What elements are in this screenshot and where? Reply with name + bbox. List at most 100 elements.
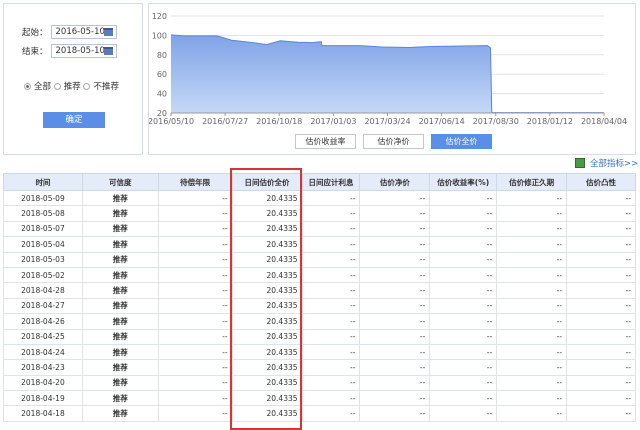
table-cell: 2018-04-26 xyxy=(3,313,83,330)
table-cell: -- xyxy=(359,405,431,422)
table-row: 2018-04-28 推荐 -- 20.4335 -- -- -- -- -- xyxy=(3,282,636,299)
table-cell: -- xyxy=(359,220,431,238)
table-cell: 2018-05-03 xyxy=(3,251,83,268)
y-tick-label: 40 xyxy=(157,90,167,99)
table-cell: -- xyxy=(566,359,636,376)
table-cell: -- xyxy=(157,374,233,392)
table-cell: 推荐 xyxy=(81,205,159,222)
radio-icon[interactable] xyxy=(83,83,91,90)
filter-panel: 起始： 2016-05-10 结束： 2018-05-10 全部 推荐 不推荐 … xyxy=(3,3,143,155)
table-row: 2018-05-07 推荐 -- 20.4335 -- -- -- -- -- xyxy=(3,220,636,238)
filter-radios: 全部 推荐 不推荐 xyxy=(24,80,119,92)
table-cell: -- xyxy=(359,266,431,284)
start-label: 起始： xyxy=(22,28,48,38)
table-cell: 2018-04-27 xyxy=(3,297,83,315)
table-cell: -- xyxy=(301,313,361,330)
table-cell: -- xyxy=(429,266,498,284)
table-cell: -- xyxy=(157,205,233,222)
table-cell: -- xyxy=(566,313,636,330)
table-cell: 2018-05-07 xyxy=(3,220,83,238)
table-cell: 推荐 xyxy=(81,313,159,330)
table-cell: 推荐 xyxy=(81,374,159,392)
table-cell: -- xyxy=(157,220,233,238)
table-cell: -- xyxy=(429,220,498,238)
table-cell: -- xyxy=(496,282,568,299)
table-cell: -- xyxy=(301,205,361,222)
excel-icon xyxy=(575,158,585,168)
table-cell: -- xyxy=(359,189,431,207)
calendar-icon[interactable] xyxy=(103,47,113,55)
radio-recommended[interactable]: 推荐 xyxy=(53,80,81,92)
table-cell: -- xyxy=(429,390,498,407)
table-cell: 2018-04-28 xyxy=(3,282,83,299)
table-row: 2018-04-24 推荐 -- 20.4335 -- -- -- -- -- xyxy=(3,343,636,361)
valuation-table: 时间 可信度 待偿年限 日间估价全价 日间应计利息 估价净价 估价收益率(%) 估价修正久期估… xyxy=(3,173,636,422)
table-cell: -- xyxy=(496,405,568,422)
table-cell: 推荐 xyxy=(81,297,159,315)
column-header: 可信度 xyxy=(81,173,159,191)
radio-icon[interactable] xyxy=(24,83,31,90)
end-date-value: 2018-05-10 xyxy=(55,46,105,56)
table-cell: 2018-04-25 xyxy=(3,328,83,345)
table-cell: 2018-05-08 xyxy=(3,205,83,222)
confirm-button[interactable]: 确定 xyxy=(43,112,105,128)
table-cell: 推荐 xyxy=(81,359,159,376)
column-header: 估价修正久期 xyxy=(496,173,568,191)
table-row: 2018-05-08 推荐 -- 20.4335 -- -- -- -- -- xyxy=(3,205,636,222)
end-label: 结束： xyxy=(22,47,48,57)
table-cell: -- xyxy=(301,328,361,345)
calendar-icon[interactable] xyxy=(103,28,113,36)
y-tick-label: 80 xyxy=(157,51,167,60)
start-date-input[interactable]: 2016-05-10 xyxy=(50,25,117,39)
table-cell: -- xyxy=(566,220,636,238)
start-date-row: 起始： 2016-05-10 xyxy=(22,25,117,39)
table-row: 2018-04-26 推荐 -- 20.4335 -- -- -- -- -- xyxy=(3,313,636,330)
tab-full-price[interactable]: 估价全价 xyxy=(431,134,492,149)
table-cell: 推荐 xyxy=(81,189,159,207)
table-cell: -- xyxy=(157,313,233,330)
table-cell: -- xyxy=(566,251,636,268)
table-cell: -- xyxy=(496,236,568,253)
column-header: 估价净价 xyxy=(359,173,431,191)
table-cell: -- xyxy=(157,328,233,345)
x-tick-label: 2016/10/18 xyxy=(256,117,302,126)
table-cell: 2018-04-24 xyxy=(3,343,83,361)
table-cell: -- xyxy=(157,251,233,268)
column-header: 待偿年限 xyxy=(157,173,233,191)
radio-icon[interactable] xyxy=(53,83,61,90)
table-cell: -- xyxy=(359,343,431,361)
table-cell: -- xyxy=(301,343,361,361)
table-cell: -- xyxy=(301,236,361,253)
table-row: 2018-04-20 推荐 -- 20.4335 -- -- -- -- -- xyxy=(3,374,636,392)
radio-all[interactable]: 全部 xyxy=(24,80,51,92)
tab-net-price[interactable]: 估价净价 xyxy=(363,134,424,149)
radio-label: 不推荐 xyxy=(93,82,119,92)
table-cell: -- xyxy=(429,359,498,376)
table-cell: -- xyxy=(566,343,636,361)
x-tick-label: 2017/01/03 xyxy=(310,117,356,126)
table-cell: -- xyxy=(157,297,233,315)
table-cell: -- xyxy=(496,313,568,330)
table-cell: -- xyxy=(301,297,361,315)
x-tick-label: 2018/04/04 xyxy=(581,117,627,126)
table-cell: -- xyxy=(566,266,636,284)
column-header: 估价凸性 xyxy=(566,173,636,191)
table-row: 2018-04-23 推荐 -- 20.4335 -- -- -- -- -- xyxy=(3,359,636,376)
table-cell: -- xyxy=(496,220,568,238)
chart-panel: 20 40 60 80 100 120 2016/05/10 2016/07/27 2016/1… xyxy=(148,3,636,155)
table-cell: -- xyxy=(359,374,431,392)
table-cell: -- xyxy=(496,390,568,407)
table-cell: 推荐 xyxy=(81,343,159,361)
column-header: 时间 xyxy=(3,173,83,191)
radio-not-recommended[interactable]: 不推荐 xyxy=(83,80,119,92)
table-cell: -- xyxy=(496,297,568,315)
tab-yield[interactable]: 估价收益率 xyxy=(295,134,356,149)
table-cell: -- xyxy=(496,266,568,284)
table-cell: -- xyxy=(359,297,431,315)
x-tick-label: 2017/06/14 xyxy=(419,117,465,126)
x-tick-label: 2016/07/27 xyxy=(202,117,248,126)
table-cell: -- xyxy=(157,405,233,422)
table-cell: -- xyxy=(359,251,431,268)
all-indicators-link[interactable]: 全部指标>> xyxy=(575,157,638,169)
end-date-input[interactable]: 2018-05-10 xyxy=(50,44,117,58)
